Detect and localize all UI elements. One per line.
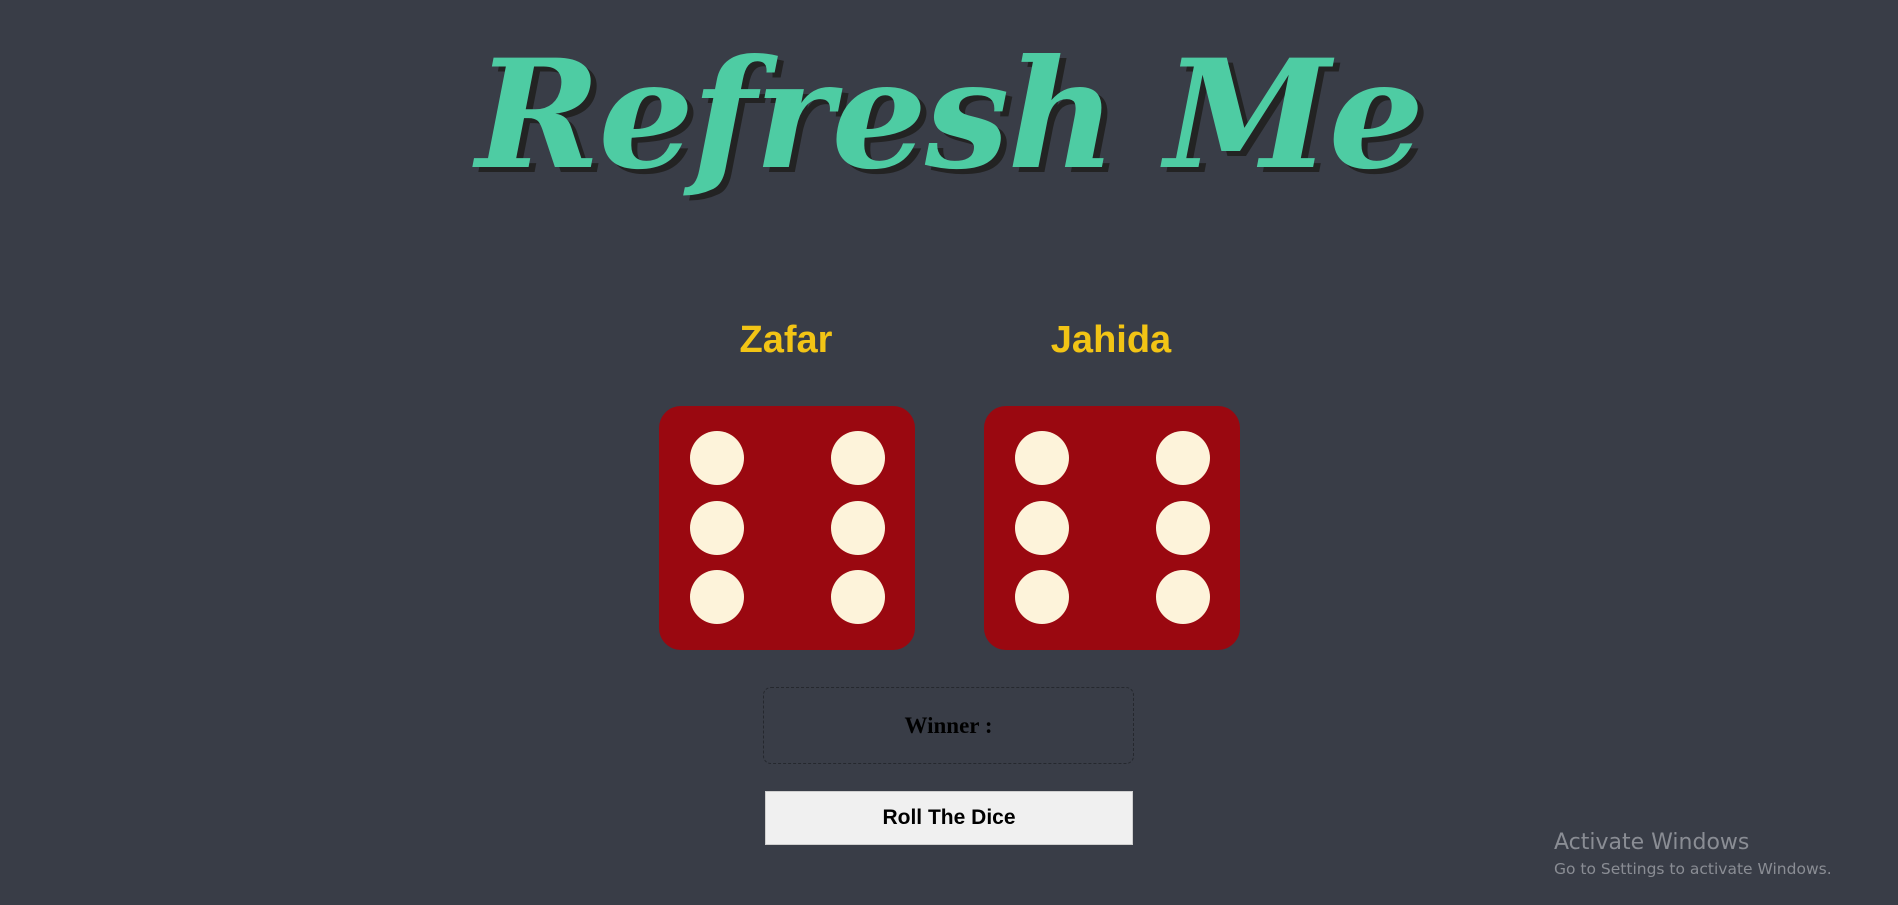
die-pip	[1015, 570, 1069, 624]
player-1-name: Zafar	[739, 319, 833, 361]
watermark-title: Activate Windows	[1554, 830, 1750, 855]
die-pip	[690, 501, 744, 555]
player-1-die	[659, 406, 915, 650]
player-1: Zafar	[656, 310, 916, 370]
activate-windows-watermark: Activate Windows Go to Settings to activ…	[1554, 828, 1832, 880]
die-pip	[690, 570, 744, 624]
die-pip	[831, 501, 885, 555]
die-pip	[831, 431, 885, 485]
winner-label: Winner :	[904, 712, 993, 738]
player-2-name: Jahida	[1050, 319, 1172, 361]
die-pip	[1015, 431, 1069, 485]
die-pip	[1015, 501, 1069, 555]
roll-dice-button[interactable]: Roll The Dice	[765, 791, 1133, 845]
die-pip	[1156, 431, 1210, 485]
winner-box: Winner :	[763, 687, 1134, 764]
die-pip	[690, 431, 744, 485]
die-pip	[1156, 501, 1210, 555]
die-pip	[831, 570, 885, 624]
player-2: Jahida	[981, 310, 1241, 370]
page-title: Refresh Me	[475, 27, 1424, 203]
player-2-die	[984, 406, 1240, 650]
die-pip	[1156, 570, 1210, 624]
watermark-subtitle: Go to Settings to activate Windows.	[1554, 860, 1832, 878]
